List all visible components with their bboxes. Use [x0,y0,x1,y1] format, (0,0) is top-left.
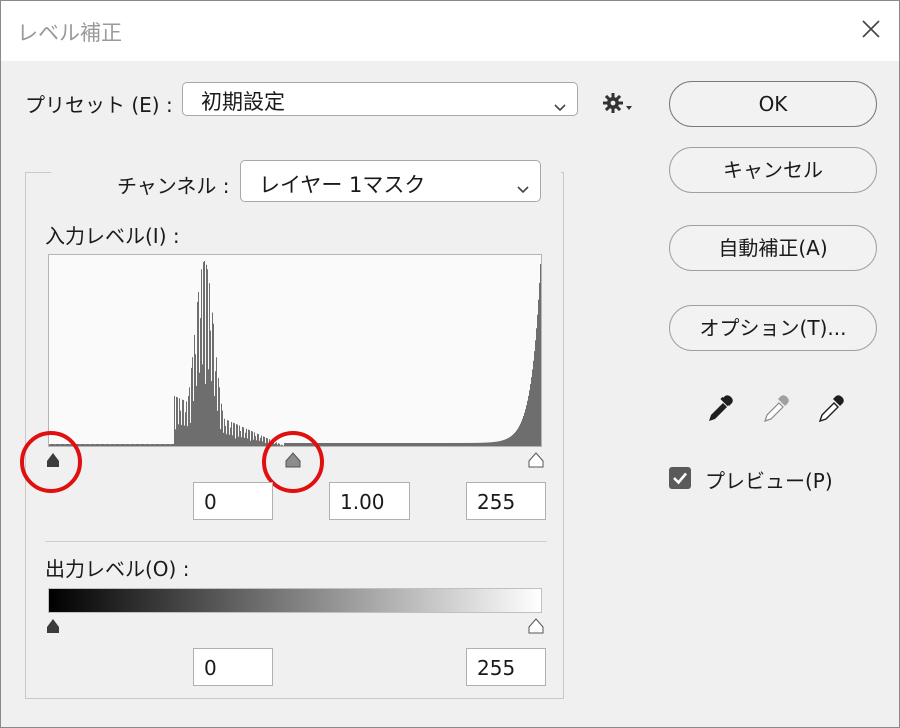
options-button[interactable]: オプション(T)... [669,305,877,351]
eyedropper-black-icon[interactable] [705,393,735,425]
input-black-field[interactable]: 0 [193,482,273,520]
output-gradient-bar [48,588,542,613]
input-levels-label: 入力レベル(I) : [45,224,180,248]
preset-label: プリセット (E) : [25,93,173,117]
ok-button[interactable]: OK [669,81,877,127]
channel-value: レイヤー 1マスク [259,173,426,197]
channel-dropdown[interactable]: レイヤー 1マスク [240,160,541,202]
preview-label: プレビュー(P) [705,469,833,493]
output-black-point-slider[interactable] [47,619,59,633]
output-slider-track [47,618,544,634]
levels-dialog: レベル補正 プリセット (E) : 初期設定 チャンネル: レイヤー 1マスク… [0,0,900,728]
checkmark-icon [673,472,687,485]
dialog-title: レベル補正 [17,21,122,45]
preview-checkbox[interactable] [669,467,691,489]
cancel-button[interactable]: キャンセル [669,147,877,193]
input-gamma-field[interactable]: 1.00 [329,482,410,520]
input-white-field[interactable]: 255 [466,482,546,520]
eyedropper-white-icon[interactable] [816,393,846,425]
preset-value: 初期設定 [201,90,285,114]
output-black-field[interactable]: 0 [193,648,273,686]
auto-button[interactable]: 自動補正(A) [669,225,877,271]
output-levels-label: 出力レベル(O) : [45,557,190,581]
highlight-ring-black-slider [20,431,82,493]
input-white-point-slider[interactable] [528,452,544,468]
preset-dropdown[interactable]: 初期設定 [182,82,578,116]
channel-label: チャンネル : [117,174,230,198]
output-white-field[interactable]: 255 [466,648,546,686]
eyedropper-gray-icon[interactable] [761,393,791,425]
gear-icon[interactable] [601,91,635,122]
output-white-point-slider[interactable] [528,618,544,634]
title-bar: レベル補正 [1,1,899,61]
histogram [48,254,542,447]
divider [45,541,547,542]
chevron-down-icon [516,176,530,200]
chevron-down-icon [553,94,567,118]
close-icon[interactable] [857,15,885,43]
